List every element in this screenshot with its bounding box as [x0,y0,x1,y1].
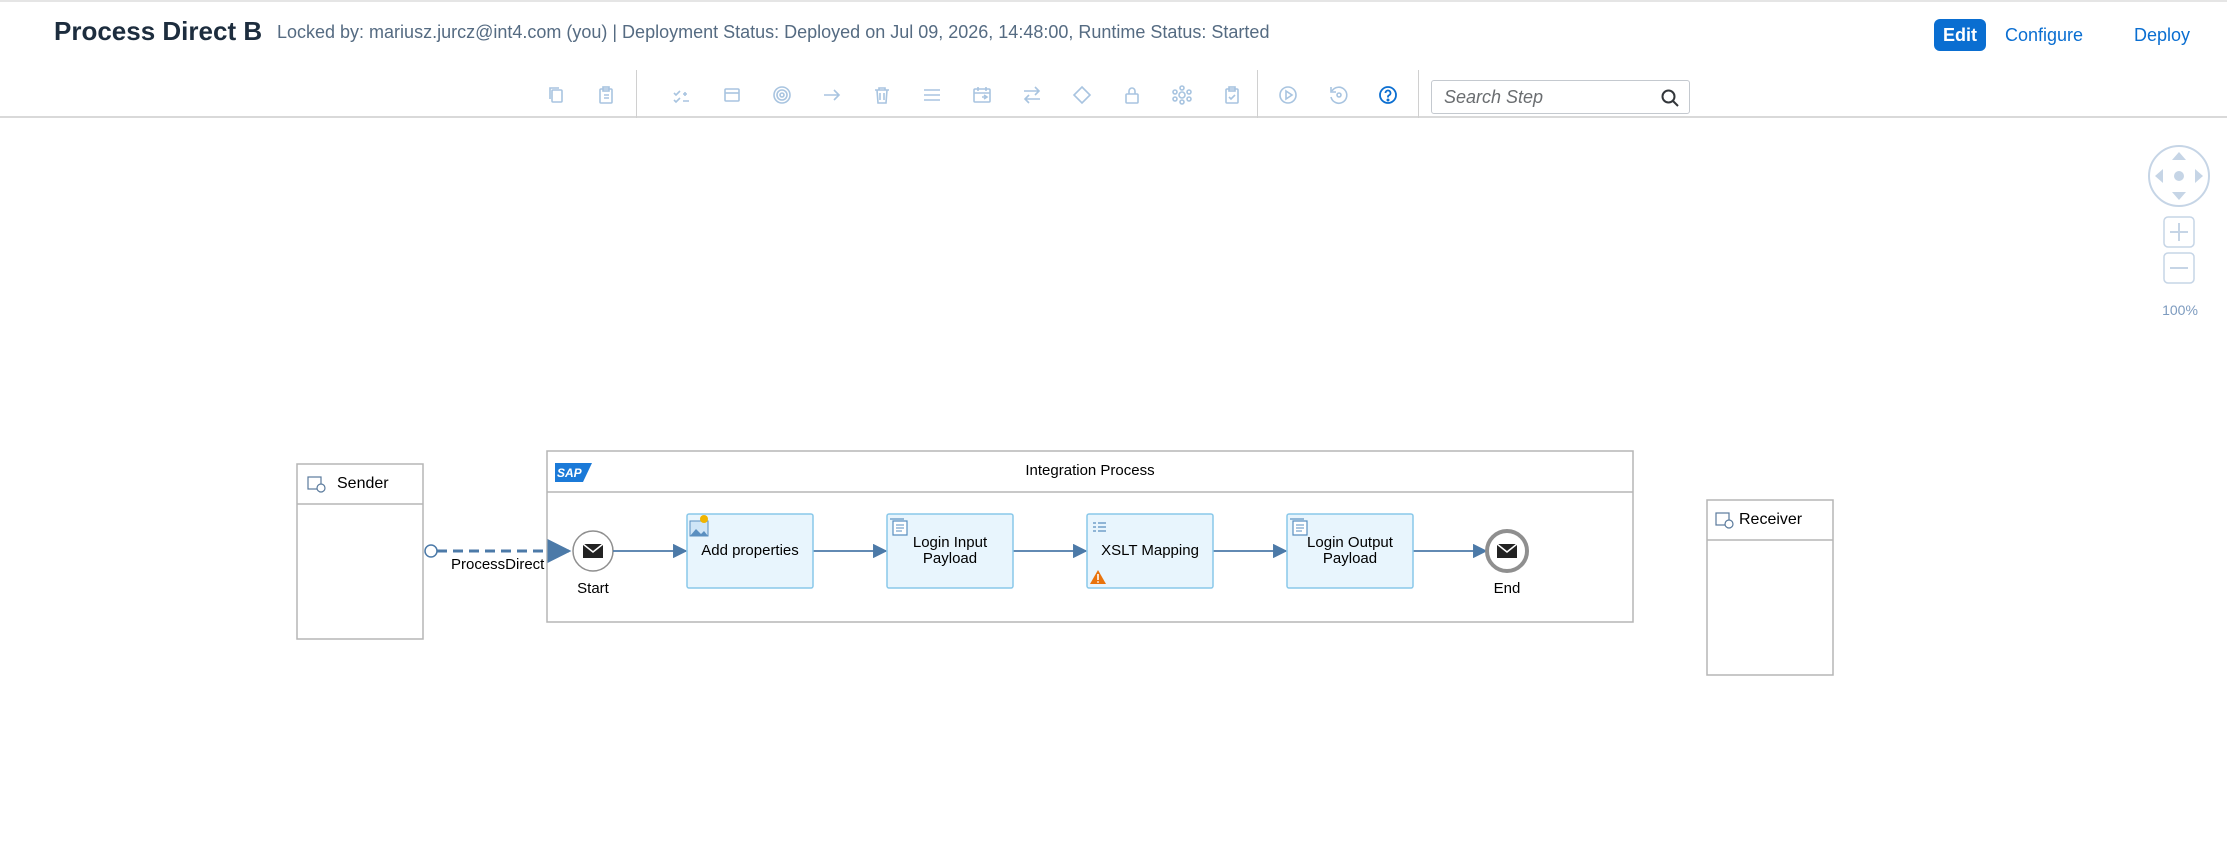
step-label: Add properties [701,542,799,559]
app-window: Process Direct B Locked by: mariusz.jurc… [0,0,2227,862]
start-label: Start [577,580,609,597]
sender-label: Sender [337,475,389,492]
receiver-label: Receiver [1739,511,1803,528]
step-label: Login Input Payload [912,534,988,567]
diagram-canvas [296,450,1834,676]
sap-logo-text: SAP [557,466,582,480]
step-label: Login Output Payload [1307,534,1393,567]
end-label: End [1493,580,1521,597]
step-label: XSLT Mapping [1101,542,1199,559]
connection-label: ProcessDirect [451,556,545,573]
integration-process-title: Integration Process [1025,462,1155,479]
start-event[interactable] [572,530,614,572]
end-event[interactable] [1485,529,1529,573]
